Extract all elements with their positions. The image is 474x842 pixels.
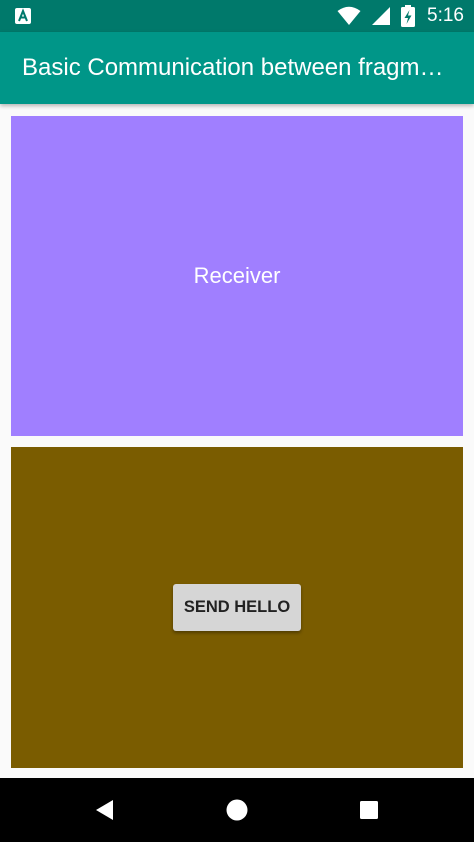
app-notification-icon [15, 8, 31, 24]
signal-icon [372, 7, 391, 25]
sender-fragment: SEND HELLO [11, 447, 463, 768]
recents-button[interactable] [349, 790, 389, 830]
back-icon [96, 800, 113, 820]
app-title: Basic Communication between fragments [22, 54, 452, 81]
battery-charging-icon [401, 5, 416, 27]
back-button[interactable] [85, 790, 125, 830]
send-hello-button[interactable]: SEND HELLO [173, 584, 301, 631]
wifi-icon [337, 6, 361, 25]
status-time: 5:16 [427, 5, 464, 26]
receiver-fragment: Receiver [11, 116, 463, 436]
app-bar: Basic Communication between fragments [0, 32, 474, 104]
home-icon [226, 799, 248, 821]
status-icons: 5:16 [337, 0, 464, 32]
navigation-bar [0, 778, 474, 842]
receiver-label: Receiver [193, 263, 281, 288]
recents-icon [360, 801, 378, 819]
home-button[interactable] [217, 790, 257, 830]
status-bar: 5:16 [0, 0, 474, 32]
